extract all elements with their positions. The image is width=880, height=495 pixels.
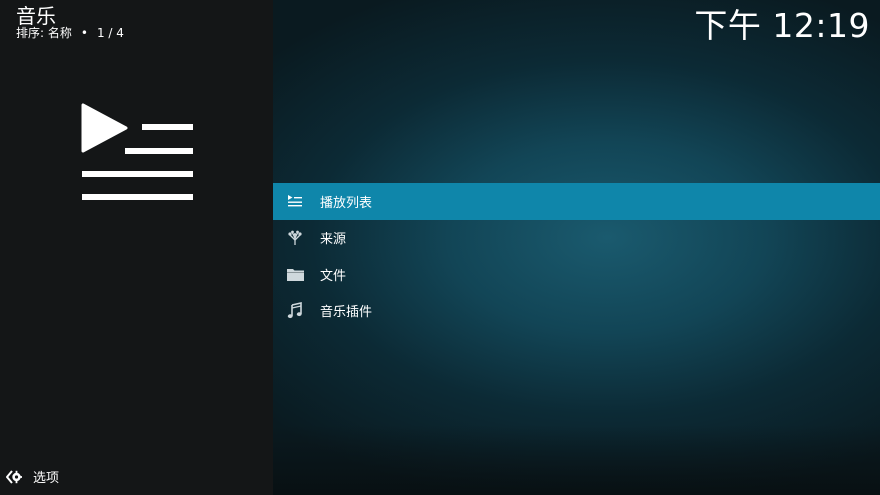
options-button[interactable]: 选项 (6, 467, 59, 486)
menu-item-label: 音乐插件 (320, 305, 373, 321)
sort-label[interactable]: 排序: 名称 (16, 26, 72, 40)
menu-item-music-addons[interactable]: 音乐插件 (273, 293, 880, 330)
left-panel (0, 0, 273, 495)
sources-icon (285, 229, 305, 247)
separator-dot: • (80, 26, 88, 40)
menu-item-files[interactable]: 文件 (273, 256, 880, 293)
playlist-large-icon (81, 103, 193, 200)
folder-icon (285, 265, 305, 283)
sort-info: 排序: 名称 • 1 / 4 (16, 25, 124, 41)
menu-item-label: 来源 (320, 232, 347, 248)
music-note-icon (285, 302, 305, 320)
menu-item-label: 文件 (320, 268, 347, 284)
menu-item-playlists[interactable]: 播放列表 (273, 183, 880, 220)
menu-item-label: 播放列表 (320, 195, 373, 211)
options-label: 选项 (33, 471, 60, 486)
playlist-icon (285, 192, 305, 210)
clock: 下午 12:19 (694, 6, 870, 45)
main-menu: 播放列表 来源 文件 音乐插件 (273, 183, 880, 329)
menu-item-sources[interactable]: 来源 (273, 220, 880, 257)
page-position: 1 / 4 (96, 26, 124, 40)
options-icon (6, 469, 22, 484)
